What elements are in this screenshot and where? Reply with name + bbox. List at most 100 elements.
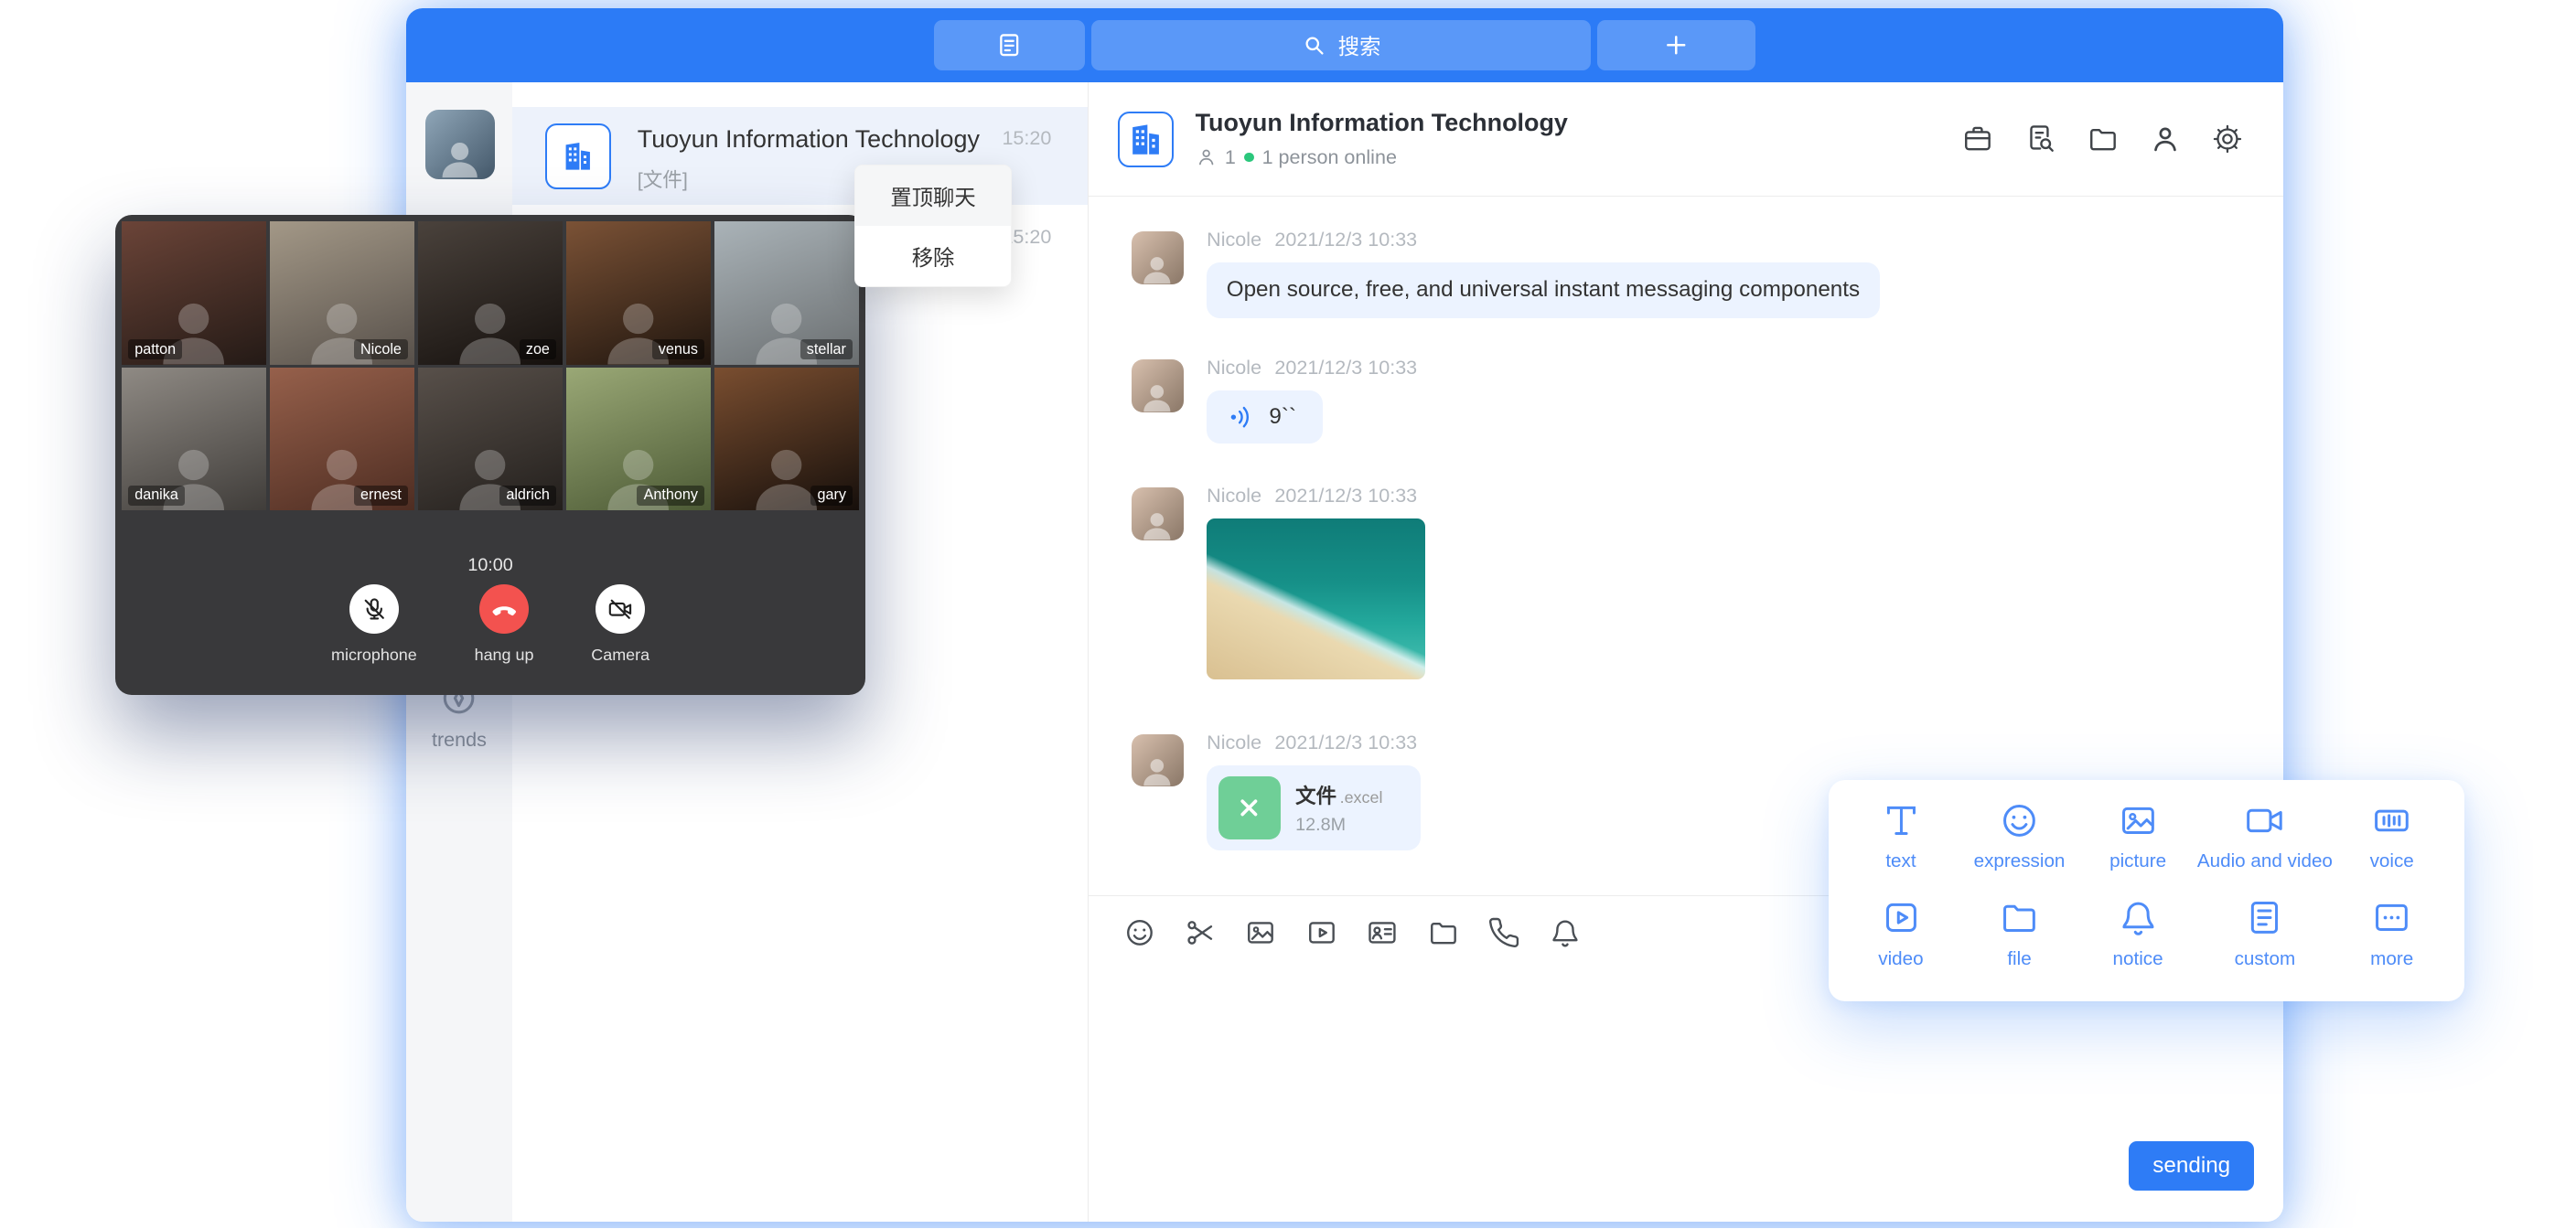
participant-tile: venus bbox=[566, 221, 711, 364]
participant-tile: stellar bbox=[714, 221, 859, 364]
feature-text[interactable]: text bbox=[1841, 800, 1960, 888]
message: Nicole 2021/12/3 10:33 Open source, free… bbox=[1132, 227, 1880, 318]
online-status: 1 person online bbox=[1262, 145, 1397, 169]
feature-more[interactable]: more bbox=[2333, 897, 2452, 985]
feature-expression[interactable]: expression bbox=[1960, 800, 2079, 888]
feature-picture[interactable]: picture bbox=[2078, 800, 2197, 888]
hangup-icon bbox=[479, 584, 529, 634]
my-avatar[interactable] bbox=[425, 110, 494, 178]
avatar[interactable] bbox=[1132, 231, 1184, 283]
contact-card-icon[interactable] bbox=[1366, 916, 1399, 949]
participant-name: Anthony bbox=[637, 486, 704, 507]
feature-notice[interactable]: notice bbox=[2078, 897, 2197, 985]
screen: 搜索 trends bbox=[0, 0, 2576, 1228]
sender-name: Nicole bbox=[1207, 356, 1261, 379]
voice-icon bbox=[2371, 800, 2412, 841]
video-call-panel: patton Nicole zoe venus stellar danika e… bbox=[115, 215, 866, 694]
search-bar[interactable]: 搜索 bbox=[1091, 20, 1591, 71]
notes-button[interactable] bbox=[934, 20, 1085, 71]
message-body: Nicole 2021/12/3 10:33 文件.excel 12.8M bbox=[1207, 729, 1420, 850]
menu-item-pin-chat[interactable]: 置顶聊天 bbox=[855, 166, 1011, 226]
microphone-label: microphone bbox=[331, 646, 417, 665]
conversation-context-menu: 置顶聊天 移除 bbox=[854, 165, 1012, 288]
file-message[interactable]: 文件.excel 12.8M bbox=[1207, 765, 1420, 850]
hangup-label: hang up bbox=[475, 646, 534, 665]
mic-off-icon bbox=[349, 584, 399, 634]
participant-name: gary bbox=[810, 486, 853, 507]
text-bubble: Open source, free, and universal instant… bbox=[1207, 262, 1880, 317]
menu-item-remove[interactable]: 移除 bbox=[855, 226, 1011, 286]
message-meta: Nicole 2021/12/3 10:33 bbox=[1207, 355, 1417, 381]
feature-voice[interactable]: voice bbox=[2333, 800, 2452, 888]
participant-name: patton bbox=[128, 339, 182, 360]
file-ext: .excel bbox=[1340, 788, 1383, 807]
feature-custom[interactable]: custom bbox=[2197, 897, 2333, 985]
image-message[interactable] bbox=[1207, 518, 1425, 679]
audio-video-icon bbox=[2244, 800, 2285, 841]
chat-header-actions bbox=[1961, 123, 2244, 155]
group-settings-icon[interactable] bbox=[2211, 123, 2244, 155]
message: Nicole 2021/12/3 10:33 9`` bbox=[1132, 355, 1418, 444]
feature-file[interactable]: file bbox=[1960, 897, 2079, 985]
hangup-button[interactable]: hang up bbox=[475, 584, 534, 664]
member-icon bbox=[1196, 146, 1217, 167]
picture-icon bbox=[2118, 800, 2159, 841]
plus-icon bbox=[1662, 31, 1690, 59]
audio-bubble[interactable]: 9`` bbox=[1207, 390, 1323, 443]
chat-panel: Tuoyun Information Technology 1 1 person… bbox=[1088, 82, 2283, 1222]
audio-wave-icon bbox=[1227, 402, 1256, 432]
participant-name: venus bbox=[652, 339, 704, 360]
message: Nicole 2021/12/3 10:33 bbox=[1132, 483, 1425, 679]
participant-name: danika bbox=[128, 486, 185, 507]
call-controls: microphone hang up Camera bbox=[115, 584, 866, 664]
participant-name: stellar bbox=[800, 339, 853, 360]
more-icon bbox=[2371, 897, 2412, 938]
avatar[interactable] bbox=[1132, 359, 1184, 411]
message-meta: Nicole 2021/12/3 10:33 bbox=[1207, 729, 1420, 755]
chat-header: Tuoyun Information Technology 1 1 person… bbox=[1089, 82, 2283, 198]
participant-grid: patton Nicole zoe venus stellar danika e… bbox=[122, 221, 859, 510]
camera-button[interactable]: Camera bbox=[591, 584, 649, 664]
participant-tile: ernest bbox=[270, 368, 414, 510]
picture-icon[interactable] bbox=[1244, 916, 1277, 949]
participant-tile: Nicole bbox=[270, 221, 414, 364]
search-icon bbox=[1302, 33, 1326, 58]
emoji-icon[interactable] bbox=[1123, 916, 1156, 949]
notice-bell-icon[interactable] bbox=[1549, 916, 1582, 949]
message-body: Nicole 2021/12/3 10:33 Open source, free… bbox=[1207, 227, 1880, 318]
video-icon[interactable] bbox=[1305, 916, 1338, 949]
avatar[interactable] bbox=[1132, 734, 1184, 786]
excel-file-icon bbox=[1218, 776, 1281, 839]
participant-tile: patton bbox=[122, 221, 266, 364]
notes-icon bbox=[995, 31, 1024, 59]
add-button[interactable] bbox=[1597, 20, 1755, 71]
group-member-icon[interactable] bbox=[2149, 123, 2182, 155]
feature-video[interactable]: video bbox=[1841, 897, 1960, 985]
feature-audio-video[interactable]: Audio and video bbox=[2197, 800, 2333, 888]
audio-duration: 9`` bbox=[1269, 404, 1296, 430]
screenshot-scissors-icon[interactable] bbox=[1184, 916, 1217, 949]
microphone-button[interactable]: microphone bbox=[331, 584, 417, 664]
call-icon[interactable] bbox=[1487, 916, 1520, 949]
call-timer: 10:00 bbox=[115, 555, 866, 576]
message: Nicole 2021/12/3 10:33 文件.excel 12.8M bbox=[1132, 729, 1421, 850]
chat-history-search-icon[interactable] bbox=[2024, 123, 2057, 155]
message-time: 2021/12/3 10:33 bbox=[1274, 484, 1417, 508]
text-icon bbox=[1881, 800, 1922, 841]
participant-name: ernest bbox=[354, 486, 408, 507]
feature-panel: text expression picture Audio and video … bbox=[1829, 780, 2464, 1001]
group-notice-icon[interactable] bbox=[1961, 123, 1994, 155]
folder-icon[interactable] bbox=[1427, 916, 1460, 949]
avatar[interactable] bbox=[1132, 487, 1184, 540]
file-info: 文件.excel 12.8M bbox=[1295, 780, 1382, 836]
send-button[interactable]: sending bbox=[2129, 1141, 2253, 1191]
participant-tile: Anthony bbox=[566, 368, 711, 510]
group-icon bbox=[1118, 112, 1174, 167]
search-label: 搜索 bbox=[1338, 29, 1381, 60]
member-count: 1 bbox=[1225, 145, 1236, 169]
participant-tile: danika bbox=[122, 368, 266, 510]
custom-icon bbox=[2244, 897, 2285, 938]
group-file-icon[interactable] bbox=[2087, 123, 2120, 155]
sender-name: Nicole bbox=[1207, 731, 1261, 754]
chat-header-info: Tuoyun Information Technology 1 1 person… bbox=[1196, 109, 1962, 169]
